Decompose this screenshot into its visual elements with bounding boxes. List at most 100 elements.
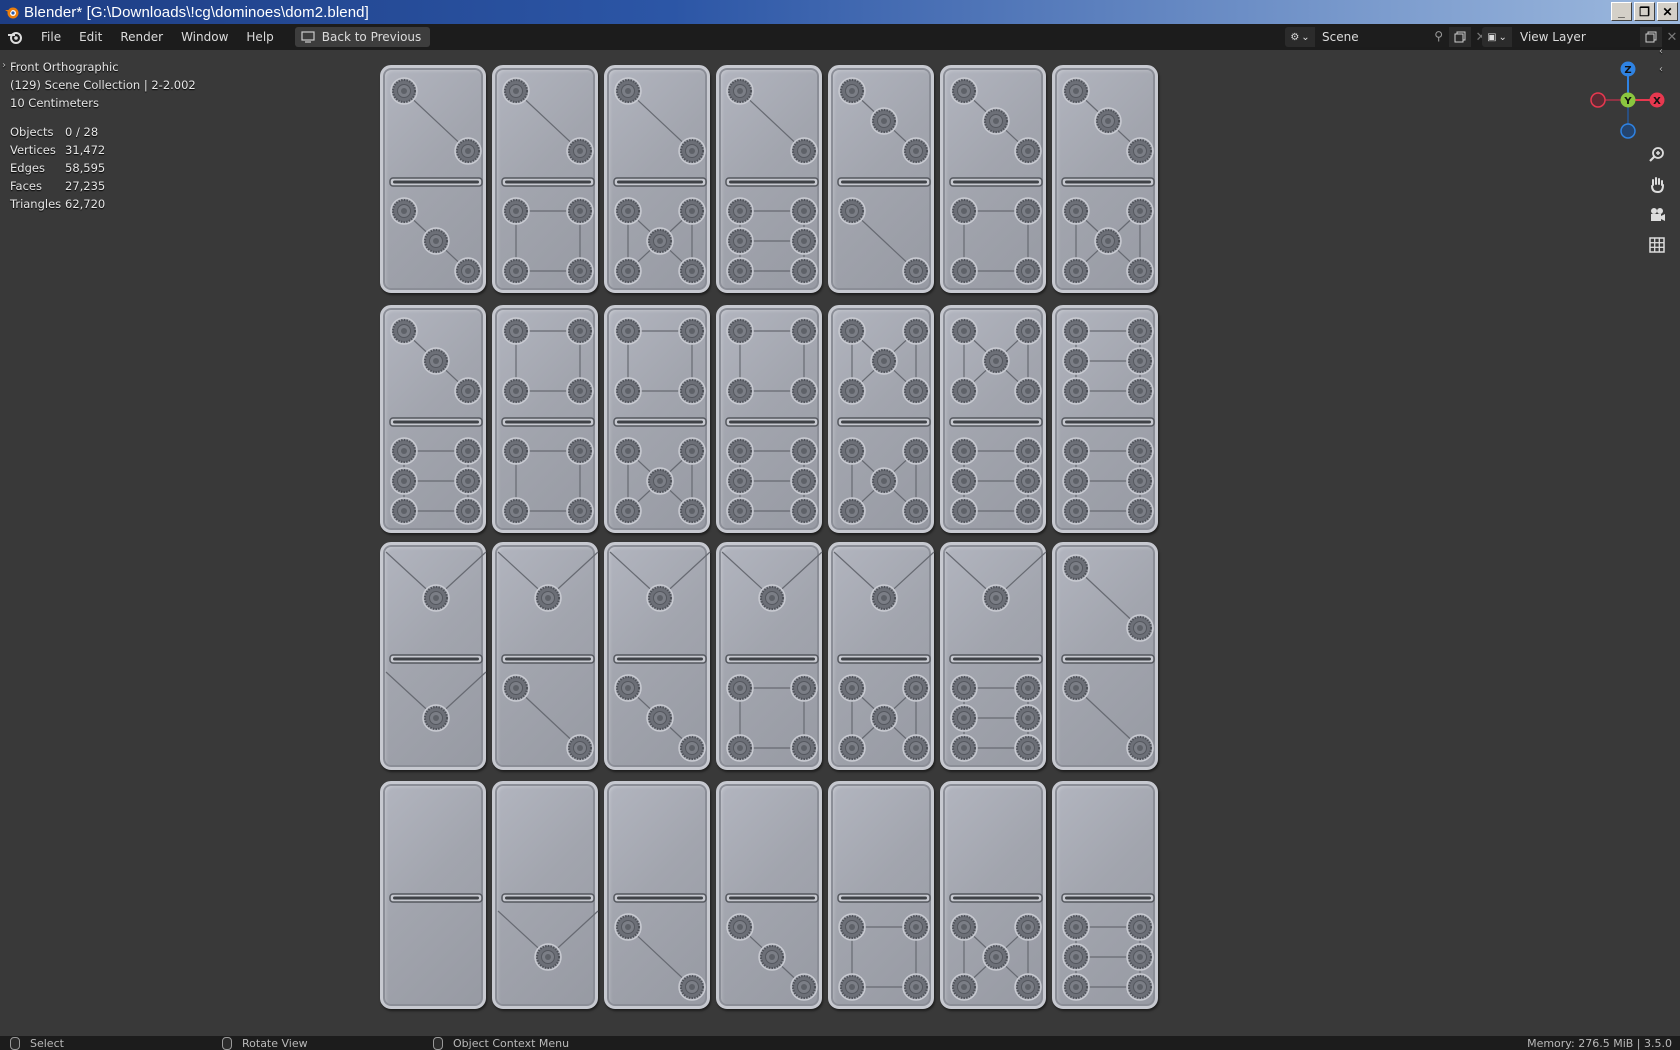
domino-tile[interactable] <box>716 781 822 1009</box>
domino-tile[interactable] <box>380 65 486 293</box>
domino-tile[interactable] <box>940 781 1046 1009</box>
domino-tile[interactable] <box>604 65 710 293</box>
domino-tile[interactable] <box>716 542 823 770</box>
stat-row: Vertices 31,472 <box>10 141 105 159</box>
domino-tile[interactable] <box>940 65 1046 293</box>
domino-divider <box>949 893 1043 903</box>
domino-pip <box>790 674 818 702</box>
navigation-gizmo[interactable]: Z X Y <box>1590 60 1666 140</box>
domino-pip <box>614 317 642 345</box>
domino-tile[interactable] <box>604 305 710 533</box>
domino-pip <box>1014 377 1042 405</box>
domino-tile[interactable] <box>828 65 934 293</box>
domino-tile[interactable] <box>604 542 711 770</box>
zoom-button[interactable] <box>1645 143 1669 167</box>
mouse-right-icon <box>433 1036 443 1050</box>
view-layer-name-field[interactable]: View Layer <box>1512 27 1640 47</box>
domino-tile[interactable] <box>380 781 486 1009</box>
domino-pip <box>870 347 898 375</box>
domino-tile[interactable] <box>940 305 1046 533</box>
menu-edit[interactable]: Edit <box>70 26 111 48</box>
menu-help[interactable]: Help <box>237 26 282 48</box>
domino-pip <box>950 674 978 702</box>
domino-pip <box>902 137 930 165</box>
neg-z-axis-handle[interactable] <box>1620 123 1636 139</box>
sidebar-toggle-icon[interactable]: ‹ <box>1659 64 1663 75</box>
domino-pip <box>566 497 594 525</box>
status-rotate-label: Rotate View <box>242 1036 308 1050</box>
domino-pip <box>838 197 866 225</box>
restore-button[interactable]: ❐ <box>1634 2 1655 21</box>
domino-tile[interactable] <box>604 781 710 1009</box>
domino-pip <box>1126 734 1154 762</box>
menu-file[interactable]: File <box>32 26 70 48</box>
domino-tile[interactable] <box>492 781 599 1009</box>
domino-half <box>833 551 935 612</box>
scene-browse-button[interactable]: ⚙ ⌄ <box>1285 27 1315 47</box>
domino-pip <box>502 197 530 225</box>
camera-view-button[interactable] <box>1645 203 1669 227</box>
delete-view-layer-button[interactable]: ✕ <box>1662 27 1680 47</box>
domino-divider <box>837 177 931 187</box>
menu-render[interactable]: Render <box>111 26 172 48</box>
domino-half <box>838 674 930 762</box>
domino-tile[interactable] <box>828 781 934 1009</box>
sidebar-toggle-icon[interactable]: ‹ <box>1659 46 1663 57</box>
domino-tile[interactable] <box>1052 305 1158 533</box>
domino-tile[interactable] <box>828 305 934 533</box>
domino-half <box>1062 674 1154 762</box>
domino-tile[interactable] <box>492 305 598 533</box>
domino-half <box>726 77 818 165</box>
domino-tile[interactable] <box>1052 781 1158 1009</box>
scene-name-field[interactable]: Scene ⚲ <box>1315 27 1449 47</box>
domino-tile[interactable] <box>1052 542 1158 770</box>
domino-half <box>502 674 594 762</box>
domino-pip <box>614 437 642 465</box>
new-view-layer-button[interactable] <box>1640 27 1662 47</box>
domino-pip <box>614 674 642 702</box>
ortho-toggle-button[interactable] <box>1645 233 1669 257</box>
domino-half <box>838 77 930 165</box>
domino-pip <box>838 437 866 465</box>
domino-tile[interactable] <box>1052 65 1158 293</box>
domino-pip <box>950 734 978 762</box>
domino-pip <box>726 77 754 105</box>
domino-pip <box>838 317 866 345</box>
window-title-bar: Blender* [G:\Downloads\!cg\dominoes\dom2… <box>0 0 1680 24</box>
screen-back-icon <box>301 31 315 43</box>
domino-tile[interactable] <box>380 542 487 770</box>
menu-window[interactable]: Window <box>172 26 237 48</box>
domino-divider <box>725 417 819 427</box>
domino-half <box>1062 913 1154 1001</box>
domino-half <box>390 437 482 525</box>
domino-tile[interactable] <box>716 305 822 533</box>
minimize-button[interactable]: _ <box>1611 2 1632 21</box>
domino-divider <box>1061 654 1155 664</box>
pin-icon[interactable]: ⚲ <box>1434 29 1443 43</box>
mouse-middle-icon <box>222 1036 232 1050</box>
pan-button[interactable] <box>1645 173 1669 197</box>
domino-tile[interactable] <box>716 65 822 293</box>
chevron-down-icon: ⌄ <box>1498 31 1507 43</box>
back-to-previous-button[interactable]: Back to Previous <box>294 27 431 47</box>
domino-pip <box>1126 377 1154 405</box>
blender-logo-icon <box>5 7 19 19</box>
domino-divider <box>1061 893 1155 903</box>
close-window-button[interactable]: ✕ <box>1657 2 1678 21</box>
domino-divider <box>613 893 707 903</box>
toolbar-toggle-icon[interactable]: › <box>2 60 6 71</box>
domino-tile[interactable] <box>492 65 598 293</box>
domino-tile[interactable] <box>828 542 935 770</box>
domino-half <box>614 437 706 525</box>
neg-x-axis-handle[interactable] <box>1590 92 1606 108</box>
domino-tile[interactable] <box>940 542 1047 770</box>
domino-tile[interactable] <box>492 542 599 770</box>
domino-half <box>1062 317 1154 405</box>
domino-pip <box>950 913 978 941</box>
domino-pip <box>982 347 1010 375</box>
view-layer-browse-button[interactable]: ▣ ⌄ <box>1482 27 1512 47</box>
new-scene-button[interactable] <box>1449 27 1471 47</box>
domino-tile[interactable] <box>380 305 486 533</box>
blender-menu-icon[interactable] <box>6 29 24 45</box>
domino-half <box>385 551 487 612</box>
